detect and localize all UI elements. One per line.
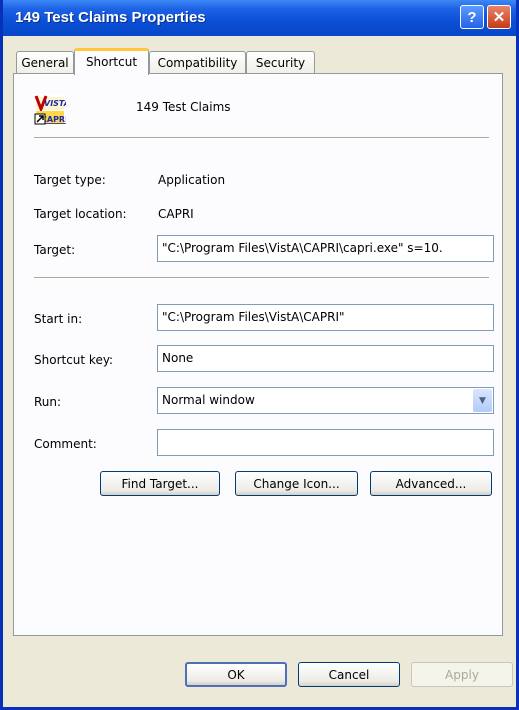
run-select-value: Normal window	[162, 393, 255, 407]
tab-compatibility[interactable]: Compatibility	[149, 51, 246, 73]
chevron-down-icon[interactable]: ▼	[473, 389, 492, 412]
comment-label: Comment:	[34, 437, 97, 451]
icon-text-vista: VISTA	[44, 99, 66, 108]
comment-field[interactable]	[157, 429, 494, 456]
advanced-button[interactable]: Advanced...	[370, 471, 492, 496]
run-select[interactable]: Normal window ▼	[157, 387, 494, 414]
separator	[34, 137, 489, 139]
apply-button[interactable]: Apply	[411, 662, 513, 687]
target-type-value: Application	[158, 173, 226, 187]
shortcut-tab-panel: VISTA CAPRI 149 Test Claims Target type:…	[13, 73, 503, 636]
start-in-label: Start in:	[34, 312, 83, 326]
change-icon-button[interactable]: Change Icon...	[235, 471, 358, 496]
window-title: 149 Test Claims Properties	[15, 9, 206, 26]
ok-button[interactable]: OK	[185, 662, 287, 687]
tab-security[interactable]: Security	[246, 51, 315, 73]
target-field[interactable]: "C:\Program Files\VistA\CAPRI\capri.exe"…	[157, 235, 494, 262]
tab-shortcut[interactable]: Shortcut	[74, 48, 149, 75]
properties-window: 149 Test Claims Properties ? ✕ General S…	[0, 0, 519, 710]
cancel-button[interactable]: Cancel	[298, 662, 400, 687]
start-in-field[interactable]: "C:\Program Files\VistA\CAPRI"	[157, 304, 494, 331]
title-bar[interactable]: 149 Test Claims Properties ? ✕	[3, 0, 516, 36]
dialog-client-area: General Shortcut Compatibility Security …	[3, 36, 516, 707]
close-button[interactable]: ✕	[487, 5, 511, 29]
target-type-label: Target type:	[34, 173, 106, 187]
find-target-button[interactable]: Find Target...	[100, 471, 220, 496]
run-label: Run:	[34, 395, 62, 409]
shortcut-name: 149 Test Claims	[136, 100, 231, 114]
tab-general[interactable]: General	[16, 51, 74, 73]
help-button[interactable]: ?	[460, 5, 484, 29]
target-location-label: Target location:	[34, 207, 127, 221]
target-location-value: CAPRI	[158, 207, 194, 221]
separator	[34, 277, 489, 279]
shortcut-key-field[interactable]: None	[157, 345, 494, 372]
shortcut-key-label: Shortcut key:	[34, 353, 114, 367]
target-label: Target:	[34, 243, 76, 257]
vista-capri-app-icon: VISTA CAPRI	[34, 94, 66, 126]
